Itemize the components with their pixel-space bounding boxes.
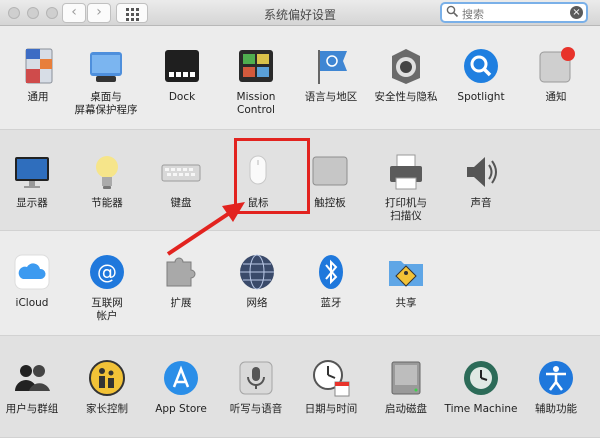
pref-label: Spotlight [457,91,505,103]
pref-network[interactable]: 网络 [219,252,295,310]
pref-label: 节能器 [91,197,123,209]
pref-notifications[interactable]: 通知 [518,46,594,104]
pref-label: 用户与群组 [5,403,59,415]
pref-label: Time Machine [444,403,518,415]
security-icon [386,46,426,86]
search-placeholder: 搜索 [462,8,484,21]
pref-label: 通用 [27,91,49,103]
pref-mission-control[interactable]: Mission Control [218,46,294,117]
pref-label: 辅助功能 [535,403,577,415]
pref-label: 显示器 [16,197,48,209]
pref-row-system: 用户与群组 家长控制 App Store 听写与语音 日期与时间 启动磁盘 Ti… [0,335,600,438]
search-field[interactable]: 搜索 × [440,2,588,23]
pref-label: 打印机与 扫描仪 [385,197,427,222]
pref-extensions[interactable]: 扩展 [143,252,219,310]
pref-sound[interactable]: 声音 [443,152,519,210]
pref-security-privacy[interactable]: 安全性与隐私 [368,46,444,104]
time-machine-icon [461,358,501,398]
pref-date-time[interactable]: 日期与时间 [293,358,369,416]
trackpad-icon [310,152,350,192]
startup-disk-icon [386,358,426,398]
pref-label: 声音 [470,197,492,209]
pref-bluetooth[interactable]: 蓝牙 [293,252,369,310]
internet-accounts-icon: @ [87,252,127,292]
dictation-icon [236,358,276,398]
pref-label: 共享 [395,297,417,309]
bluetooth-icon [311,252,351,292]
keyboard-icon [161,152,201,192]
search-icon [446,5,459,18]
extensions-icon [161,252,201,292]
parental-controls-icon [87,358,127,398]
pref-label: 互联网 帐户 [91,297,123,322]
language-region-icon [311,46,351,86]
mission-control-icon [236,46,276,86]
general-icon [18,46,58,86]
pref-keyboard[interactable]: 键盘 [143,152,219,210]
mouse-highlight-box [234,138,310,214]
pref-spotlight[interactable]: Spotlight [443,46,519,104]
pref-label: 日期与时间 [304,403,358,415]
date-time-icon [311,358,351,398]
pref-label: 听写与语音 [229,403,283,415]
title-bar: ‹ › 系统偏好设置 搜索 × [0,0,600,26]
app-store-icon [161,358,201,398]
displays-icon [12,152,52,192]
pref-internet-accounts[interactable]: @ 互联网 帐户 [69,252,145,323]
pref-label: 家长控制 [86,403,128,415]
pref-label: 扩展 [170,297,192,309]
pref-label: iCloud [15,297,49,309]
pref-dictation-speech[interactable]: 听写与语音 [218,358,294,416]
svg-text:@: @ [97,260,117,284]
pref-label: 启动磁盘 [385,403,427,415]
pref-label: 语言与地区 [304,91,358,103]
pref-icloud[interactable]: iCloud [0,252,70,310]
accessibility-icon [536,358,576,398]
pref-accessibility[interactable]: 辅助功能 [518,358,594,416]
pref-startup-disk[interactable]: 启动磁盘 [368,358,444,416]
pref-sharing[interactable]: 共享 [368,252,444,310]
pref-time-machine[interactable]: Time Machine [443,358,519,416]
pref-dock[interactable]: Dock [144,46,220,104]
pref-row-personal: 通用 桌面与 屏幕保护程序 Dock Mission Control 语言与地区… [0,26,600,129]
pref-label: Mission Control [236,91,276,116]
pref-label: 安全性与隐私 [374,91,438,103]
pref-language-region[interactable]: 语言与地区 [293,46,369,104]
pref-label: 桌面与 屏幕保护程序 [74,91,138,116]
pref-label: 网络 [246,297,268,309]
spotlight-icon [461,46,501,86]
users-groups-icon [12,358,52,398]
pref-printers-scanners[interactable]: 打印机与 扫描仪 [368,152,444,223]
desktop-icon [86,46,126,86]
pref-label: App Store [155,403,207,415]
pref-label: 键盘 [170,197,192,209]
pref-displays[interactable]: 显示器 [0,152,70,210]
pref-parental-controls[interactable]: 家长控制 [69,358,145,416]
printer-icon [386,152,426,192]
pref-row-internet: iCloud @ 互联网 帐户 扩展 网络 蓝牙 共享 [0,232,600,334]
pref-general[interactable]: 通用 [0,46,76,104]
clear-search-icon[interactable]: × [570,6,583,19]
dock-icon [162,46,202,86]
pref-label: 蓝牙 [320,297,342,309]
icloud-icon [12,252,52,292]
pref-energy-saver[interactable]: 节能器 [69,152,145,210]
pref-app-store[interactable]: App Store [143,358,219,416]
network-icon [237,252,277,292]
pref-users-groups[interactable]: 用户与群组 [0,358,70,416]
notifications-icon [536,46,576,86]
pref-desktop-screensaver[interactable]: 桌面与 屏幕保护程序 [68,46,144,117]
sound-icon [461,152,501,192]
pref-label: 通知 [545,91,567,103]
energy-saver-icon [87,152,127,192]
pref-label: Dock [168,91,196,103]
sharing-icon [386,252,426,292]
